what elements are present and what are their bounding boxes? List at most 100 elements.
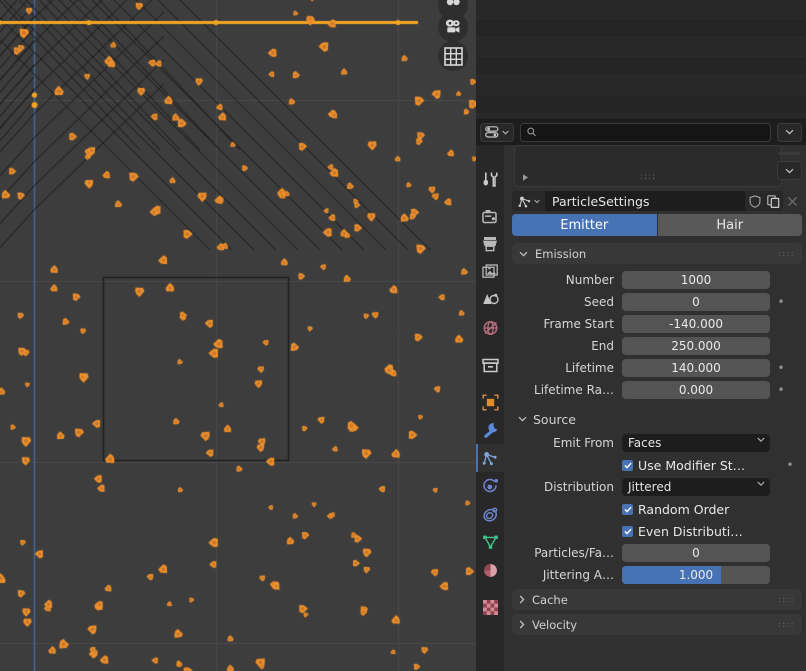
chevron-down-icon	[533, 199, 540, 203]
panel-grip[interactable]: ::::	[778, 249, 795, 258]
tab-hair[interactable]: Hair	[657, 214, 802, 236]
toggle-grid-gizmo[interactable]	[438, 41, 468, 71]
sidebar-item-tool[interactable]	[476, 165, 504, 193]
checkbox-even-distribution[interactable]	[622, 525, 633, 537]
field-row-jittering-amount: Jittering A… 1.000 •	[512, 565, 802, 585]
new-datablock-button[interactable]	[764, 191, 783, 211]
animate-dot[interactable]: •	[776, 481, 786, 493]
properties-editor: :::: ParticleSettings Emitter Hair Emiss…	[476, 119, 806, 671]
panel-header-cache[interactable]: Cache ::::	[512, 589, 802, 610]
label-number: Number	[565, 273, 614, 287]
panel-grip[interactable]: ::::	[778, 620, 795, 629]
sidebar-item-texture[interactable]	[476, 593, 504, 621]
search-icon	[527, 127, 537, 137]
sidebar-item-constraints[interactable]	[476, 500, 504, 528]
subpanel-body-source: Emit From Faces • Use Modifier St…	[512, 430, 802, 585]
outliner-row[interactable]	[476, 76, 806, 95]
object-square-icon	[481, 393, 499, 411]
subpanel-header-source[interactable]: Source	[512, 408, 802, 430]
3d-viewport[interactable]	[0, 0, 476, 671]
check-icon	[623, 462, 632, 469]
animate-dot-lifetime[interactable]: •	[776, 362, 786, 374]
checkbox-use-modifier-stack[interactable]	[622, 459, 633, 471]
tab-emitter[interactable]: Emitter	[512, 214, 657, 236]
tool-icon	[483, 172, 498, 187]
animate-dot[interactable]: •	[776, 437, 786, 449]
sidebar-item-material[interactable]	[476, 556, 504, 584]
printer-icon	[482, 237, 497, 252]
divider	[778, 152, 800, 155]
search-input[interactable]	[541, 126, 764, 138]
panel-header-emission[interactable]: Emission ::::	[512, 243, 802, 264]
play-triangle-icon[interactable]	[521, 173, 530, 182]
sidebar-item-data[interactable]	[476, 528, 504, 556]
outliner-row[interactable]	[476, 38, 806, 57]
field-row-frame-end: End 250.000 •	[512, 336, 802, 356]
animate-dot-lifetime-randomness[interactable]: •	[776, 384, 786, 396]
checkbox-random-order[interactable]	[622, 503, 633, 515]
animate-dot[interactable]: •	[776, 274, 786, 286]
number-field-frame-end[interactable]: 250.000	[622, 337, 770, 355]
number-field-lifetime-randomness[interactable]: 0.000	[622, 381, 770, 399]
checkbox-row-random-order: Random Order	[512, 499, 802, 519]
sidebar-item-particles[interactable]	[476, 444, 504, 472]
sidebar-item-world[interactable]	[476, 314, 504, 342]
sidebar-item-scene[interactable]	[476, 286, 504, 314]
animate-dot[interactable]: •	[776, 340, 786, 352]
editor-type-button[interactable]	[480, 122, 514, 142]
sidebar-item-render[interactable]	[476, 202, 504, 230]
constraint-icon	[482, 507, 497, 522]
outliner-region[interactable]	[476, 0, 806, 119]
sidebar-item-object[interactable]	[476, 388, 504, 416]
breadcrumb-grip[interactable]: ::::	[640, 172, 656, 182]
label-distribution: Distribution	[543, 480, 614, 494]
properties-tab-column[interactable]	[476, 145, 504, 671]
number-field-seed[interactable]: 0	[622, 293, 770, 311]
fake-user-button[interactable]	[745, 191, 764, 211]
animate-dot[interactable]: •	[776, 318, 786, 330]
scene-cone-icon	[482, 293, 499, 305]
dropdown-emit-from[interactable]: Faces	[622, 434, 770, 452]
camera-view-gizmo[interactable]	[438, 12, 468, 42]
dropdown-distribution[interactable]: Jittered	[622, 478, 770, 496]
number-field-frame-start[interactable]: -140.000	[622, 315, 770, 333]
outliner-row[interactable]	[476, 19, 806, 38]
particle-type-toggle[interactable]: Emitter Hair	[512, 214, 802, 236]
datablock-name[interactable]: ParticleSettings	[545, 191, 745, 211]
animate-dot-seed[interactable]: •	[776, 296, 786, 308]
viewport-canvas[interactable]	[0, 0, 476, 671]
sidebar-item-collection[interactable]	[476, 351, 504, 379]
number-field-particles-per-face[interactable]: 0	[622, 544, 770, 562]
outliner-row[interactable]	[476, 0, 806, 19]
panel-grip[interactable]: ::::	[778, 595, 795, 604]
properties-header	[476, 119, 806, 145]
animate-dot[interactable]: •	[776, 569, 786, 581]
breadcrumb[interactable]: ::::	[514, 145, 782, 187]
search-input-wrapper[interactable]	[520, 122, 771, 142]
sidebar-item-viewlayer[interactable]	[476, 258, 504, 286]
outliner-row[interactable]	[476, 95, 806, 114]
duplicate-icon	[767, 194, 780, 208]
outliner-row[interactable]	[476, 57, 806, 76]
sidebar-item-modifiers[interactable]	[476, 416, 504, 444]
number-field-lifetime[interactable]: 140.000	[622, 359, 770, 377]
sidebar-item-physics[interactable]	[476, 472, 504, 500]
animate-dot-use-modifier-stack[interactable]: •	[785, 459, 795, 471]
field-row-lifetime-randomness: Lifetime Ra… 0.000 •	[512, 380, 802, 400]
animate-dot[interactable]: •	[776, 547, 786, 559]
sidebar-item-output[interactable]	[476, 230, 504, 258]
panel-header-velocity[interactable]: Velocity ::::	[512, 614, 802, 635]
label-frame-end: End	[591, 339, 614, 353]
datablock-type-button[interactable]	[512, 191, 545, 211]
header-options-button[interactable]	[777, 122, 802, 142]
number-field-number[interactable]: 1000	[622, 271, 770, 289]
chevron-right-icon	[519, 620, 525, 629]
unlink-datablock-button[interactable]	[783, 191, 802, 211]
breadcrumb-expand-button[interactable]	[777, 161, 802, 180]
label-frame-start: Frame Start	[543, 317, 614, 331]
blender-window: :::: ParticleSettings Emitter Hair Emiss…	[0, 0, 806, 671]
label-emit-from: Emit From	[553, 436, 614, 450]
slider-jittering-amount[interactable]: 1.000	[622, 566, 770, 584]
field-row-particles-per-face: Particles/Fa… 0 •	[512, 543, 802, 563]
label-random-order: Random Order	[638, 501, 730, 517]
